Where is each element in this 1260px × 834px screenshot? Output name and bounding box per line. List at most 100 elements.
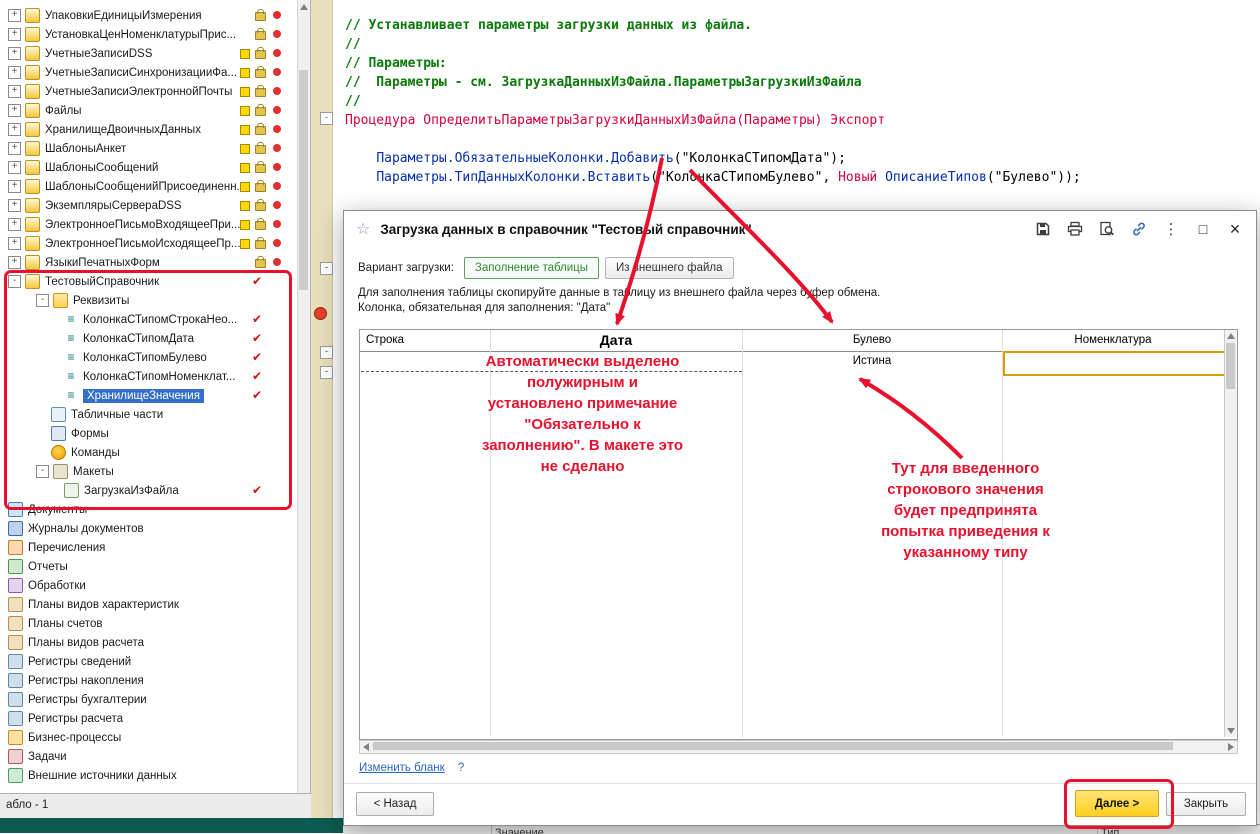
tree-item[interactable]: Команды	[0, 443, 296, 462]
code-fold-icon[interactable]: -	[320, 262, 333, 275]
tree-item-label[interactable]: Формы	[71, 428, 109, 440]
tree-item[interactable]: -ТестовыйСправочник✔	[0, 272, 296, 291]
expand-icon[interactable]: +	[8, 9, 21, 22]
table-vertical-scrollbar[interactable]	[1224, 330, 1237, 737]
tree-item-label[interactable]: Файлы	[45, 105, 82, 117]
tree-item-label[interactable]: Обработки	[28, 580, 86, 592]
tree-item-label[interactable]: КолонкаСТипомДата	[83, 333, 194, 345]
tree-item[interactable]: + ЭлектронноеПисьмоИсходящееПр...	[0, 234, 296, 253]
table-hscroll-thumb[interactable]	[373, 742, 1173, 750]
column-header[interactable]: Номенклатура	[1002, 330, 1224, 351]
tree-item-label[interactable]: КолонкаСТипомНоменклат...	[83, 371, 235, 383]
tree-item[interactable]: Планы видов расчета	[0, 633, 296, 652]
tree-item-label[interactable]: ХранилищеДвоичныхДанных	[45, 124, 201, 136]
tree-scroll-thumb[interactable]	[299, 70, 308, 290]
tree-item[interactable]: -Макеты	[0, 462, 296, 481]
tree-item[interactable]: Задачи	[0, 747, 296, 766]
tree-item[interactable]: + УпаковкиЕдиницыИзмерения	[0, 6, 296, 25]
tree-item[interactable]: +ЭлектронноеПисьмоВходящееПри...	[0, 215, 296, 234]
help-link[interactable]: ?	[458, 762, 464, 774]
expand-icon[interactable]: +	[8, 237, 21, 250]
favorite-star-icon[interactable]: ☆	[356, 219, 370, 239]
tree-item-label[interactable]: Внешние источники данных	[28, 770, 177, 782]
expand-icon[interactable]: +	[8, 66, 21, 79]
data-table[interactable]: СтрокаДатаБулевоНоменклатура Истина	[359, 329, 1238, 740]
tree-item[interactable]: ≡ХранилищеЗначения✔	[0, 386, 296, 405]
tree-item-label[interactable]: Перечисления	[28, 542, 105, 554]
link-icon[interactable]	[1130, 220, 1148, 238]
tree-item[interactable]: + ШаблоныАнкет	[0, 139, 296, 158]
tree-item-label[interactable]: Бизнес-процессы	[28, 732, 121, 744]
tree-item-label[interactable]: ЭлектронноеПисьмоИсходящееПр...	[45, 238, 241, 250]
tree-item[interactable]: + ЭкземплярыСервераDSS	[0, 196, 296, 215]
tree-item[interactable]: Журналы документов	[0, 519, 296, 538]
tree-item-label[interactable]: Планы видов расчета	[28, 637, 144, 649]
tree-item-label[interactable]: Табличные части	[71, 409, 163, 421]
scroll-down-icon[interactable]	[1227, 728, 1235, 734]
tab-tablo[interactable]: абло - 1	[6, 799, 48, 811]
tree-item[interactable]: ≡КолонкаСТипомСтрокаНео...✔	[0, 310, 296, 329]
tree-item-label[interactable]: ХранилищеЗначения	[83, 389, 204, 403]
tree-item[interactable]: Табличные части	[0, 405, 296, 424]
tree-item-label[interactable]: ШаблоныАнкет	[45, 143, 126, 155]
scroll-right-icon[interactable]	[1228, 743, 1234, 751]
table-vscroll-thumb[interactable]	[1226, 343, 1235, 389]
tree-item-label[interactable]: Отчеты	[28, 561, 68, 573]
tree-item-label[interactable]: УстановкаЦенНоменклатурыПрис...	[45, 29, 236, 41]
tree-item[interactable]: + ЯзыкиПечатныхФорм	[0, 253, 296, 272]
tree-item[interactable]: ≡КолонкаСТипомБулево✔	[0, 348, 296, 367]
code-fold-icon[interactable]: -	[320, 366, 333, 379]
tree-item-label[interactable]: Журналы документов	[28, 523, 144, 535]
tree-item-label[interactable]: ЭкземплярыСервераDSS	[45, 200, 182, 212]
tree-item-label[interactable]: Планы видов характеристик	[28, 599, 179, 611]
tree-item[interactable]: +УчетныеЗаписиСинхронизацииФа...	[0, 63, 296, 82]
preview-icon[interactable]	[1098, 220, 1116, 238]
tree-item[interactable]: Бизнес-процессы	[0, 728, 296, 747]
code-fold-icon[interactable]: -	[320, 346, 333, 359]
tree-item[interactable]: Внешние источники данных	[0, 766, 296, 785]
tree-item[interactable]: Обработки	[0, 576, 296, 595]
expand-icon[interactable]: +	[8, 142, 21, 155]
tree-item-label[interactable]: ЗагрузкаИзФайла	[84, 485, 179, 497]
tree-item[interactable]: Регистры расчета	[0, 709, 296, 728]
tree-item[interactable]: Планы счетов	[0, 614, 296, 633]
close-icon[interactable]: ×	[1226, 220, 1244, 238]
collapse-icon[interactable]: -	[36, 465, 49, 478]
next-button[interactable]: Далее >	[1075, 790, 1159, 817]
collapse-icon[interactable]: -	[8, 275, 21, 288]
tree-item[interactable]: Регистры бухгалтерии	[0, 690, 296, 709]
tree-vertical-scrollbar[interactable]	[297, 0, 310, 818]
tree-item-label[interactable]: Регистры расчета	[28, 713, 123, 725]
expand-icon[interactable]: +	[8, 47, 21, 60]
edit-form-link[interactable]: Изменить бланк	[359, 762, 445, 774]
tree-item-label[interactable]: Регистры накопления	[28, 675, 144, 687]
back-button[interactable]: < Назад	[356, 792, 434, 816]
code-fold-icon[interactable]: -	[320, 112, 333, 125]
expand-icon[interactable]: +	[8, 199, 21, 212]
column-header[interactable]: Булево	[742, 330, 1002, 351]
tree-item-label[interactable]: УчетныеЗаписиDSS	[45, 48, 152, 60]
tree-item-label[interactable]: УчетныеЗаписиЭлектроннойПочты	[45, 86, 232, 98]
breakpoint-marker-icon[interactable]	[314, 307, 327, 320]
tree-item[interactable]: +УчетныеЗаписиЭлектроннойПочты	[0, 82, 296, 101]
tree-item-label[interactable]: ЯзыкиПечатныхФорм	[45, 257, 160, 269]
expand-icon[interactable]: +	[8, 28, 21, 41]
print-icon[interactable]	[1066, 220, 1084, 238]
tree-item-label[interactable]: Документы	[28, 504, 87, 516]
close-button[interactable]: Закрыть	[1166, 792, 1246, 816]
expand-icon[interactable]: +	[8, 256, 21, 269]
table-cell[interactable]: Истина	[742, 351, 1002, 371]
variant-external-file-button[interactable]: Из внешнего файла	[605, 257, 733, 279]
expand-icon[interactable]: +	[8, 180, 21, 193]
tree-item-label[interactable]: КолонкаСТипомБулево	[83, 352, 207, 364]
tree-item[interactable]: +Файлы	[0, 101, 296, 120]
table-cell[interactable]	[490, 351, 742, 371]
tree-item[interactable]: Документы	[0, 500, 296, 519]
tree-item[interactable]: Регистры сведений	[0, 652, 296, 671]
tree-item[interactable]: Формы	[0, 424, 296, 443]
tree-item[interactable]: Перечисления	[0, 538, 296, 557]
tree-item[interactable]: +ШаблоныСообщенийПрисоединенн...	[0, 177, 296, 196]
variant-fill-table-button[interactable]: Заполнение таблицы	[464, 257, 599, 279]
collapse-icon[interactable]: -	[36, 294, 49, 307]
tree-item-label[interactable]: УпаковкиЕдиницыИзмерения	[45, 10, 202, 22]
